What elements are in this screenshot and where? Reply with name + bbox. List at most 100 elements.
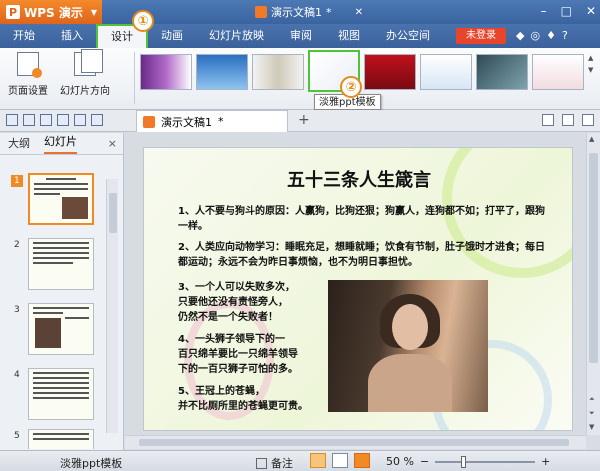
slide-para-2: 2、人类应向动物学习：睡眠充足，想睡就睡；饮食有节制，肚子饿时才进食；每日都运动… — [178, 242, 545, 268]
chevron-down-icon: ▼ — [90, 7, 98, 17]
maximize-icon[interactable]: □ — [561, 4, 572, 18]
slide-thumb-1[interactable]: 1 — [8, 173, 108, 229]
slide-thumb-5[interactable]: 5 — [8, 429, 108, 449]
slide-number: 4 — [14, 370, 20, 380]
zoom-slider[interactable] — [435, 455, 536, 468]
restore-doc-icon[interactable] — [562, 114, 574, 126]
title-bar: P WPS 演示 ▼ 演示文稿1 * ✕ – □ ✕ — [0, 0, 600, 24]
play-slideshow-icon[interactable] — [354, 453, 370, 468]
slide-orientation-icon — [74, 49, 103, 76]
slide-para-1: 1、人不要与狗斗的原因：人赢狗，比狗还狠；狗赢人，连狗都不如；打平了，跟狗一样。 — [178, 206, 545, 232]
wps-logo-icon: P — [6, 5, 20, 19]
close-tab-icon[interactable]: ✕ — [355, 7, 363, 18]
template-gallery — [140, 50, 590, 94]
slide-thumb-2[interactable]: 2 — [8, 238, 108, 294]
vertical-scroll-thumb[interactable] — [589, 153, 598, 363]
slide-orientation-label: 幻灯片方向 — [60, 86, 110, 97]
ribbon: 页面设置 幻灯片方向 ▲ ▼ — [0, 48, 600, 110]
panel-scrollbar[interactable] — [106, 179, 118, 433]
redo-icon[interactable] — [91, 114, 103, 126]
slide-thumb-3[interactable]: 3 — [8, 303, 108, 359]
app-menu-button[interactable]: P WPS 演示 ▼ — [0, 0, 102, 24]
shirt-icon[interactable]: ♦ — [546, 29, 556, 42]
skin-icon[interactable]: ◎ — [530, 29, 540, 42]
slide-para-3-line-3: 仍然不是一个失败者！ — [178, 312, 278, 323]
photo-figure-body — [368, 354, 452, 412]
horizontal-scrollbar[interactable] — [125, 435, 586, 449]
step-marker-1: ① — [132, 10, 154, 32]
tab-insert[interactable]: 插入 — [48, 24, 96, 48]
tab-slides[interactable]: 幻灯片 — [44, 133, 77, 154]
slide-thumb-4[interactable]: 4 — [8, 368, 108, 424]
slide-orientation-button[interactable]: 幻灯片方向 — [60, 49, 110, 97]
undo-icon[interactable] — [74, 114, 86, 126]
tab-home[interactable]: 开始 — [0, 24, 48, 48]
zoom-slider-handle[interactable] — [461, 455, 467, 468]
page-setup-icon — [17, 52, 42, 78]
window-doc-tab[interactable]: 演示文稿1 * ✕ — [255, 2, 363, 22]
presentation-icon — [255, 6, 267, 18]
login-button[interactable]: 未登录 — [456, 28, 506, 44]
app-name: WPS 演示 — [24, 5, 83, 20]
normal-view-icon[interactable] — [310, 453, 326, 468]
template-thumb-3[interactable] — [252, 54, 304, 90]
gallery-down-icon[interactable]: ▼ — [588, 66, 593, 74]
new-tab-button[interactable]: + — [298, 112, 310, 128]
tab-animation[interactable]: 动画 — [148, 24, 196, 48]
tab-view[interactable]: 视图 — [325, 24, 373, 48]
panel-scroll-thumb[interactable] — [109, 193, 117, 233]
slide-number: 3 — [14, 305, 20, 315]
close-doc-icon[interactable] — [582, 114, 594, 126]
vertical-scrollbar[interactable]: ▲ ⏶ ⏷ ▼ — [586, 133, 600, 435]
slide-sorter-icon[interactable] — [332, 453, 348, 468]
document-tab[interactable]: 演示文稿1 * — [136, 110, 288, 132]
save-icon[interactable] — [23, 114, 35, 126]
slide-number: 5 — [14, 431, 20, 441]
slide-preview — [28, 303, 94, 355]
zoom-in-button[interactable]: + — [541, 455, 550, 468]
zoom-out-button[interactable]: − — [420, 455, 429, 468]
slide-number: 2 — [14, 240, 20, 250]
photo-figure-face — [392, 304, 428, 350]
tab-outline[interactable]: 大纲 — [8, 135, 30, 154]
slides-panel: 大纲 幻灯片 × 1 2 3 4 5 — [0, 133, 124, 450]
close-icon[interactable]: ✕ — [586, 4, 596, 18]
panel-tabs: 大纲 幻灯片 × — [0, 133, 123, 155]
slide-para-5-line-2: 并不比厕所里的苍蝇更可贵。 — [178, 401, 308, 412]
template-thumb-5[interactable] — [364, 54, 416, 90]
tab-list-icon[interactable] — [542, 114, 554, 126]
template-thumb-8[interactable] — [532, 54, 584, 90]
window-doc-title: 演示文稿1 — [271, 6, 322, 19]
page-setup-button[interactable]: 页面设置 — [8, 52, 48, 97]
tab-office-space[interactable]: 办公空间 — [373, 24, 443, 48]
slide-number: 1 — [11, 175, 23, 187]
tab-review[interactable]: 审阅 — [277, 24, 325, 48]
new-file-icon[interactable] — [6, 114, 18, 126]
template-thumb-6[interactable] — [420, 54, 472, 90]
document-tab-label: 演示文稿1 — [161, 115, 212, 129]
template-thumb-7[interactable] — [476, 54, 528, 90]
scroll-up-icon[interactable]: ▲ — [589, 135, 594, 143]
current-slide[interactable]: 五十三条人生箴言 1、人不要与狗斗的原因：人赢狗，比狗还狠；狗赢人，连狗都不如；… — [143, 147, 573, 431]
panel-close-icon[interactable]: × — [108, 137, 117, 150]
sync-icon[interactable]: ◆ — [516, 29, 524, 42]
page-setup-label: 页面设置 — [8, 86, 48, 97]
template-thumb-2[interactable] — [196, 54, 248, 90]
horizontal-scroll-thumb[interactable] — [139, 439, 569, 446]
gallery-up-icon[interactable]: ▲ — [588, 54, 593, 62]
minimize-icon[interactable]: – — [541, 4, 547, 18]
notes-toggle[interactable]: 备注 — [256, 455, 293, 471]
zoom-level: 50 % — [386, 455, 414, 468]
scroll-up-double-icon[interactable]: ⏶ — [589, 395, 595, 404]
template-thumb-1[interactable] — [140, 54, 192, 90]
print-preview-icon[interactable] — [57, 114, 69, 126]
menu-right-icons: ◆ ◎ ♦ ? — [516, 29, 568, 42]
tab-bar-right-icons — [542, 114, 594, 126]
tab-slideshow[interactable]: 幻灯片放映 — [196, 24, 277, 48]
scroll-down-icon[interactable]: ▼ — [589, 423, 594, 431]
help-icon[interactable]: ? — [562, 29, 568, 42]
document-tab-modified: * — [218, 115, 224, 128]
scroll-down-double-icon[interactable]: ⏷ — [589, 409, 595, 418]
ribbon-divider — [134, 52, 135, 104]
print-icon[interactable] — [40, 114, 52, 126]
